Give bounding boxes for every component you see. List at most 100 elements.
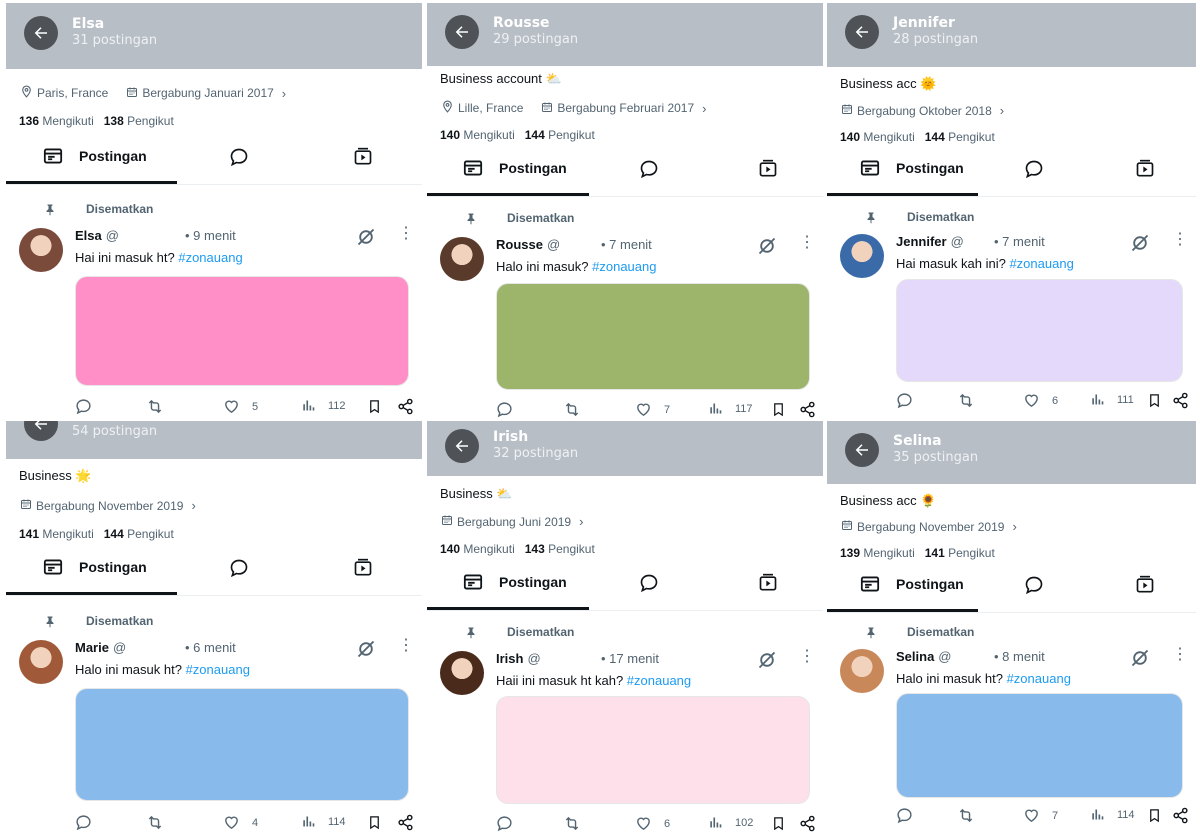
back-button[interactable] [445,429,479,463]
share-button[interactable] [1172,392,1196,409]
like-button[interactable]: 6 [1023,392,1058,409]
tab-posts[interactable]: Postingan [43,147,147,165]
following-link[interactable]: 140 Mengikuti [840,130,915,144]
views-button[interactable]: 114 [301,814,346,829]
retweet-button[interactable] [957,807,987,824]
hashtag-link[interactable]: #zonauang [178,250,242,265]
tab-media[interactable] [758,573,778,598]
more-icon[interactable]: ⋮ [398,226,414,242]
following-link[interactable]: 141 Mengikuti [19,527,94,541]
share-button[interactable] [397,398,422,415]
retweet-button[interactable] [563,401,593,418]
bookmark-button[interactable] [367,814,394,831]
share-button[interactable] [1172,807,1196,824]
views-button[interactable]: 117 [708,401,753,416]
grok-icon[interactable] [1130,648,1150,673]
joined-text[interactable]: Bergabung Oktober 2018 [857,104,992,118]
followers-link[interactable]: 144 Pengikut [104,527,174,541]
tab-replies[interactable] [229,558,249,583]
tweet-media[interactable] [496,283,810,390]
grok-icon[interactable] [356,227,376,252]
tweet-media[interactable] [75,688,409,801]
share-button[interactable] [799,815,823,832]
tab-posts[interactable]: Postingan [860,159,964,177]
views-button[interactable]: 112 [301,398,346,413]
joined-text[interactable]: Bergabung Februari 2017 [557,101,694,115]
chevron-right-icon[interactable]: › [282,86,286,101]
tweet-author[interactable]: Rousse @ • 7 menit [496,237,752,252]
tab-replies[interactable] [1024,159,1044,184]
grok-icon[interactable] [1130,233,1150,258]
following-link[interactable]: 140 Mengikuti [440,128,515,142]
back-button[interactable] [445,15,479,49]
avatar[interactable] [440,237,484,281]
tab-posts[interactable]: Postingan [463,159,567,177]
avatar[interactable] [19,228,63,272]
tweet-media[interactable] [896,279,1183,382]
reply-button[interactable] [896,807,925,824]
retweet-button[interactable] [146,398,176,415]
following-link[interactable]: 140 Mengikuti [440,542,515,556]
reply-button[interactable] [896,392,925,409]
grok-icon[interactable] [356,639,376,664]
tab-media[interactable] [1135,575,1155,600]
bookmark-button[interactable] [1147,392,1174,409]
following-link[interactable]: 136 Mengikuti [19,114,94,128]
followers-link[interactable]: 143 Pengikut [525,542,595,556]
more-icon[interactable]: ⋮ [799,649,815,665]
followers-link[interactable]: 144 Pengikut [925,130,995,144]
reply-button[interactable] [75,814,104,831]
joined-text[interactable]: Bergabung November 2019 [36,499,183,513]
reply-button[interactable] [496,815,525,832]
bookmark-button[interactable] [1147,807,1174,824]
like-button[interactable]: 7 [1023,807,1058,824]
avatar[interactable] [840,234,884,278]
more-icon[interactable]: ⋮ [799,235,815,251]
hashtag-link[interactable]: #zonauang [186,662,250,677]
views-button[interactable]: 114 [1090,807,1135,822]
tab-media[interactable] [1135,159,1155,184]
tweet-media[interactable] [496,696,810,804]
tab-replies[interactable] [1024,575,1044,600]
back-button[interactable] [24,421,58,441]
back-button[interactable] [845,433,879,467]
views-button[interactable]: 111 [1090,392,1134,407]
chevron-right-icon[interactable]: › [702,101,706,116]
share-button[interactable] [397,814,422,831]
joined-text[interactable]: Bergabung Januari 2017 [142,86,273,100]
more-icon[interactable]: ⋮ [1172,647,1188,663]
chevron-right-icon[interactable]: › [579,514,583,529]
tab-replies[interactable] [229,147,249,172]
tab-posts[interactable]: Postingan [43,558,147,576]
tab-media[interactable] [758,159,778,184]
bookmark-button[interactable] [367,398,394,415]
tab-media[interactable] [353,147,373,172]
tweet-author[interactable]: Irish @ • 17 menit [496,651,752,666]
grok-icon[interactable] [757,236,777,261]
bookmark-button[interactable] [771,401,798,418]
hashtag-link[interactable]: #zonauang [1009,256,1073,271]
retweet-button[interactable] [563,815,593,832]
avatar[interactable] [840,649,884,693]
back-button[interactable] [24,16,58,50]
tweet-media[interactable] [896,693,1183,798]
chevron-right-icon[interactable]: › [1012,519,1016,534]
avatar[interactable] [440,651,484,695]
grok-icon[interactable] [757,650,777,675]
tab-replies[interactable] [639,573,659,598]
retweet-button[interactable] [957,392,987,409]
following-link[interactable]: 139 Mengikuti [840,546,915,560]
like-button[interactable]: 4 [223,814,258,831]
tab-replies[interactable] [639,159,659,184]
more-icon[interactable]: ⋮ [398,638,414,654]
more-icon[interactable]: ⋮ [1172,232,1188,248]
chevron-right-icon[interactable]: › [191,498,195,513]
tweet-media[interactable] [75,276,409,386]
hashtag-link[interactable]: #zonauang [1007,671,1071,686]
hashtag-link[interactable]: #zonauang [592,259,656,274]
tweet-author[interactable]: Jennifer @ • 7 menit [896,234,1125,249]
followers-link[interactable]: 138 Pengikut [104,114,174,128]
followers-link[interactable]: 144 Pengikut [525,128,595,142]
avatar[interactable] [19,640,63,684]
views-button[interactable]: 102 [708,815,753,830]
